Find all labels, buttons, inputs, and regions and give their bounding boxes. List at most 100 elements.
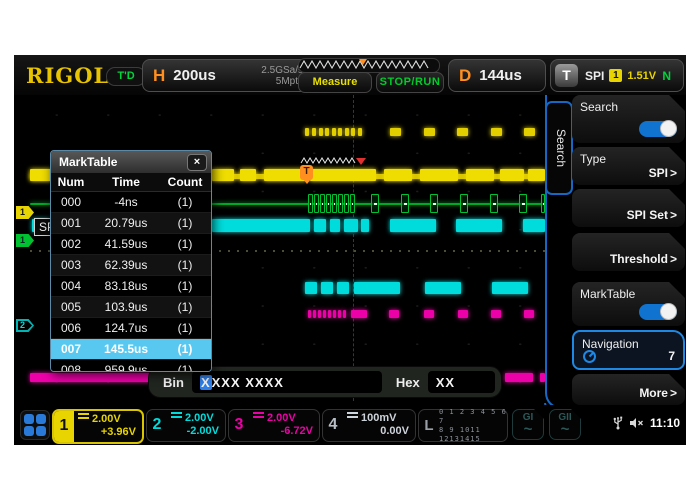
logic-row-2: 8 9 1011 12131415	[439, 426, 481, 443]
ch2-data	[305, 282, 317, 294]
measure-button[interactable]: Measure	[298, 72, 372, 93]
ch1-wave-burst	[310, 169, 376, 181]
navigation-knob-icon	[582, 349, 597, 364]
menu-item-search[interactable]: Search	[572, 95, 685, 143]
marktable-row[interactable]: 006124.7us(1)	[51, 318, 211, 339]
channel-4-box[interactable]: 4 100mV0.00V	[322, 409, 416, 442]
ch1-wave-burst	[384, 169, 412, 181]
marktable-cell: (1)	[161, 192, 209, 212]
hex-label: Hex	[396, 375, 420, 390]
ch2-wave	[390, 219, 436, 232]
bin-label: Bin	[163, 375, 184, 390]
trigger-position-line	[353, 95, 354, 401]
logic-channels-box[interactable]: L 0 1 2 3 4 5 6 78 9 1011 12131415	[418, 409, 508, 442]
marktable-cell: 145.5us	[91, 339, 161, 359]
marktable-cell: 005	[51, 297, 91, 317]
marktable-cell: 001	[51, 213, 91, 233]
d-key-label: D	[459, 66, 471, 86]
bin-rest: XXX XXXX	[212, 375, 284, 390]
marktable-row[interactable]: 000-4ns(1)	[51, 192, 211, 213]
marktable-cell: (1)	[161, 360, 209, 372]
spi-bus-pulse	[344, 194, 349, 213]
channel-3-scale: 2.00V	[267, 412, 296, 424]
search-menu-tab[interactable]: Search	[545, 101, 573, 195]
coupling-icon	[171, 412, 182, 422]
coupling-icon	[78, 413, 89, 423]
search-toggle[interactable]	[639, 121, 677, 137]
generator-2-button[interactable]: GII~	[549, 409, 581, 440]
channel-2-box[interactable]: 2 2.00V-2.00V	[146, 409, 226, 442]
channel-3-box[interactable]: 3 2.00V-6.72V	[228, 409, 320, 442]
marktable-cell: 004	[51, 276, 91, 296]
logic-label: L	[419, 417, 439, 434]
ch2-wave	[523, 219, 545, 232]
channel-1-box[interactable]: 1 2.00V+3.96V	[52, 409, 144, 444]
horizontal-timebase-block[interactable]: H 200us 2.5GSa/s5Mpts	[142, 59, 312, 92]
channel-4-number: 4	[323, 410, 343, 441]
marktable-cell: 83.18us	[91, 276, 161, 296]
search-menu-panel: Search Search Type SPI> SPI Set> Thresho…	[545, 95, 686, 409]
channel-3-number: 3	[229, 410, 249, 441]
search-mark	[319, 128, 323, 136]
trigger-flag-icon[interactable]: T	[300, 165, 313, 180]
menu-item-threshold[interactable]: Threshold>	[572, 233, 685, 271]
marktable-row[interactable]: 005103.9us(1)	[51, 297, 211, 318]
screenshot-page: RIGOL T'D H 200us 2.5GSa/s5Mpts Measure …	[0, 0, 699, 500]
search-mark	[491, 128, 502, 136]
search-mark	[305, 128, 309, 136]
delay-block[interactable]: D 144us	[448, 59, 546, 92]
ch3-cs-pulse	[313, 310, 316, 318]
generator-1-button[interactable]: GI~	[512, 409, 544, 440]
timebase-value: 200us	[173, 67, 261, 84]
trigger-block[interactable]: T SPI 1 1.51V N	[550, 59, 684, 92]
stop-run-button[interactable]: STOP/RUN	[376, 72, 444, 93]
ch3-cs-pulse	[524, 310, 534, 318]
marktable-row[interactable]: 00362.39us(1)	[51, 255, 211, 276]
ch2-wave	[344, 219, 358, 232]
channel-2-offset: -2.00V	[169, 425, 219, 438]
col-num: Num	[51, 173, 91, 191]
spi-bus-pulse	[460, 194, 468, 213]
marktable-cell: 103.9us	[91, 297, 161, 317]
oscilloscope-screen: RIGOL T'D H 200us 2.5GSa/s5Mpts Measure …	[14, 55, 686, 445]
grid-menu-icon[interactable]	[20, 410, 50, 440]
marktable-row[interactable]: 00120.79us(1)	[51, 213, 211, 234]
search-mark	[332, 128, 336, 136]
menu-item-type[interactable]: Type SPI>	[572, 147, 685, 185]
close-icon[interactable]: ×	[187, 154, 207, 171]
menu-item-navigation[interactable]: Navigation 7	[572, 330, 685, 370]
ch1-wave-burst	[466, 169, 494, 181]
marktable-cell: 41.59us	[91, 234, 161, 254]
ch3-cs-pulse	[343, 310, 346, 318]
marktable-title-bar[interactable]: MarkTable ×	[51, 151, 211, 173]
coupling-icon	[347, 412, 358, 422]
h-key-label: H	[153, 66, 165, 86]
chevron-right-icon: >	[670, 386, 677, 400]
ch3-cs-pulse	[491, 310, 501, 318]
ch2-wave	[330, 219, 340, 232]
delay-value: 144us	[479, 67, 545, 84]
ch1-wave-burst	[30, 169, 52, 181]
menu-item-spi-set[interactable]: SPI Set>	[572, 189, 685, 227]
channel-4-offset: 0.00V	[345, 425, 409, 438]
marktable-row[interactable]: 008959.9us(1)	[51, 360, 211, 372]
trigger-status-badge: T'D	[106, 67, 146, 86]
marktable-row[interactable]: 007145.5us(1)	[51, 339, 211, 360]
ch2-wave	[361, 219, 369, 232]
marktable-row[interactable]: 00483.18us(1)	[51, 276, 211, 297]
trigger-level: 1.51V	[627, 70, 656, 82]
trigger-type: SPI	[585, 69, 604, 83]
ch1-wave-burst	[420, 169, 458, 181]
waveform-position-ruler[interactable]	[298, 58, 440, 73]
marktable-cell: (1)	[161, 297, 209, 317]
marktable-row[interactable]: 00241.59us(1)	[51, 234, 211, 255]
ch3-cs-pulse	[318, 310, 321, 318]
bin-selected-char[interactable]: X	[200, 375, 212, 390]
menu-item-marktable[interactable]: MarkTable	[572, 282, 685, 326]
menu-item-more[interactable]: More>	[572, 374, 685, 405]
marktable-toggle[interactable]	[639, 304, 677, 320]
spi-bus-pulse	[332, 194, 337, 213]
ch3-cs-pulse	[424, 310, 434, 318]
spi-bus-pulse	[371, 194, 379, 213]
ch1-wave-burst	[240, 169, 256, 181]
